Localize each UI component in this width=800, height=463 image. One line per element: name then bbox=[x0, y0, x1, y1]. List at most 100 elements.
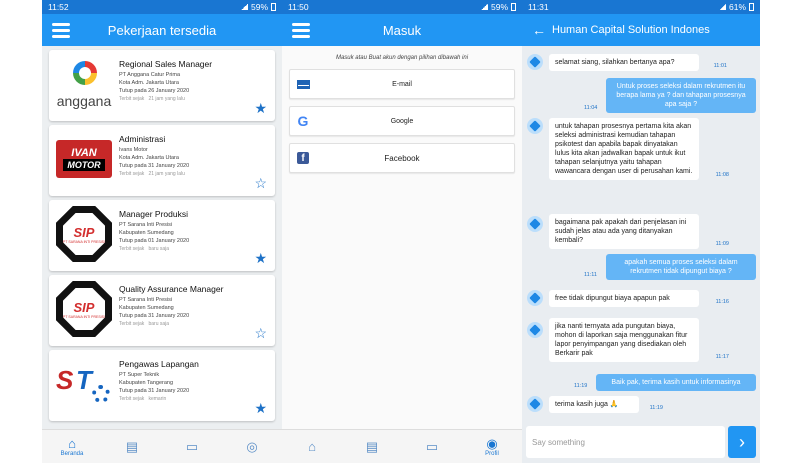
job-card[interactable]: IVAN MOTOR Administrasi Ivans Motor Kota … bbox=[49, 125, 275, 196]
app-bar: ← Human Capital Solution Indones bbox=[522, 14, 760, 46]
message-time: 11:09 bbox=[715, 241, 729, 247]
job-title: Quality Assurance Manager bbox=[119, 284, 224, 294]
message-time: 11:01 bbox=[713, 63, 727, 69]
message-time: 11:16 bbox=[715, 299, 729, 305]
agent-avatar-icon bbox=[527, 118, 543, 134]
login-hint: Masuk atau Buat akun dengan pilihan diba… bbox=[335, 55, 469, 61]
email-login-button[interactable]: E-mail bbox=[289, 69, 515, 99]
job-title: Pengawas Lapangan bbox=[119, 359, 199, 369]
nav-applications[interactable]: ▤ bbox=[114, 438, 150, 454]
profile-icon: ◉ bbox=[486, 435, 498, 451]
star-outline-icon[interactable]: ☆ bbox=[254, 176, 267, 190]
star-filled-icon[interactable]: ★ bbox=[254, 401, 267, 415]
battery-icon bbox=[271, 3, 276, 11]
send-button[interactable]: › bbox=[728, 426, 756, 458]
facebook-login-button[interactable]: f Facebook bbox=[289, 143, 515, 173]
job-location: Kabupaten Sumedang bbox=[119, 305, 174, 311]
signal-icon bbox=[718, 4, 726, 10]
menu-icon[interactable] bbox=[292, 22, 310, 38]
nav-applications[interactable]: ▤ bbox=[354, 438, 390, 454]
message-input[interactable]: Say something bbox=[526, 426, 725, 458]
menu-icon[interactable] bbox=[52, 22, 70, 38]
job-list: anggana Regional Sales Manager PT Anggan… bbox=[42, 46, 282, 429]
company-name: PT Anggana Catur Prima bbox=[119, 72, 181, 78]
nav-home[interactable]: ⌂ bbox=[294, 438, 330, 454]
chat-screen: 11:31 61% ← Human Capital Solution Indon… bbox=[522, 0, 760, 463]
agent-avatar-icon bbox=[527, 54, 543, 70]
job-deadline: Tutup pada 01 January 2020 bbox=[119, 238, 190, 244]
job-card[interactable]: SIP PT SARANA INTI PRESISI Quality Assura… bbox=[49, 275, 275, 346]
posted-label: Terbit sejak bbox=[119, 396, 145, 402]
agent-avatar-icon bbox=[527, 396, 543, 412]
status-time: 11:50 bbox=[288, 2, 309, 12]
agent-avatar-icon bbox=[527, 216, 543, 232]
status-time: 11:52 bbox=[48, 2, 69, 12]
nav-profile[interactable]: ◎ bbox=[234, 438, 270, 454]
google-login-button[interactable]: G Google bbox=[289, 106, 515, 136]
job-card[interactable]: ST Pengawas Lapangan PT Super Teknik Kab… bbox=[49, 350, 275, 421]
home-icon: ⌂ bbox=[68, 435, 76, 451]
nav-messages[interactable]: ▭ bbox=[174, 439, 210, 454]
company-logo: SIP PT SARANA INTI PRESISI bbox=[55, 204, 113, 264]
nav-messages[interactable]: ▭ bbox=[414, 439, 450, 454]
agent-avatar-icon bbox=[527, 290, 543, 306]
battery-level: 59% bbox=[250, 2, 268, 12]
back-arrow-icon[interactable]: ← bbox=[532, 22, 546, 38]
nav-home[interactable]: ⌂ Beranda bbox=[54, 435, 90, 457]
job-title: Manager Produksi bbox=[119, 209, 188, 219]
posted-time: baru saja bbox=[148, 246, 170, 252]
battery-icon bbox=[749, 3, 754, 11]
job-title: Administrasi bbox=[119, 134, 166, 144]
job-deadline: Tutup pada 31 January 2020 bbox=[119, 163, 190, 169]
job-location: Kota Adm. Jakarta Utara bbox=[119, 80, 179, 86]
nav-profile[interactable]: ◉ Profil bbox=[474, 435, 510, 457]
message-time: 11:08 bbox=[715, 172, 729, 178]
company-logo: anggana bbox=[55, 54, 113, 114]
message-time: 11:11 bbox=[584, 272, 597, 278]
page-title: Pekerjaan tersedia bbox=[107, 22, 217, 38]
app-bar: Masuk bbox=[282, 14, 522, 46]
company-name: PT Super Teknik bbox=[119, 372, 160, 378]
clipboard-icon: ▤ bbox=[125, 438, 139, 454]
star-filled-icon[interactable]: ★ bbox=[254, 251, 267, 265]
company-name: Ivans Motor bbox=[119, 147, 148, 153]
job-list-screen: 11:52 59% Pekerjaan tersedia anggana Reg… bbox=[42, 0, 282, 463]
signal-icon bbox=[240, 4, 248, 10]
company-name: PT Sarana Inti Presisi bbox=[119, 297, 173, 303]
status-bar: 11:50 59% bbox=[282, 0, 522, 14]
company-logo: ST bbox=[55, 354, 113, 414]
app-bar: Pekerjaan tersedia bbox=[42, 14, 282, 46]
job-location: Kabupaten Tangerang bbox=[119, 380, 174, 386]
home-icon: ⌂ bbox=[308, 438, 316, 454]
message-bubble-incoming: bagaimana pak apakah dari penjelasan ini… bbox=[549, 214, 729, 249]
message-bubble-incoming: free tidak dipungut biaya apapun pak 11:1… bbox=[549, 290, 729, 307]
page-title: Masuk bbox=[382, 22, 422, 38]
posted-time: 21 jam yang lalu bbox=[148, 171, 185, 177]
clipboard-icon: ▤ bbox=[365, 438, 379, 454]
job-location: Kota Adm. Jakarta Utara bbox=[119, 155, 179, 161]
star-outline-icon[interactable]: ☆ bbox=[254, 326, 267, 340]
posted-time: kemarin bbox=[148, 396, 167, 402]
message-bubble-incoming: untuk tahapan prosesnya pertama kita aka… bbox=[549, 118, 729, 180]
chat-title: Human Capital Solution Indones bbox=[552, 24, 710, 36]
posted-time: 21 jam yang lalu bbox=[148, 96, 185, 102]
message-list: selamat siang, silahkan bertanya apa? 11:… bbox=[522, 46, 760, 430]
job-card[interactable]: anggana Regional Sales Manager PT Anggan… bbox=[49, 50, 275, 121]
agent-avatar-icon bbox=[527, 322, 543, 338]
status-bar: 11:31 61% bbox=[522, 0, 760, 14]
job-card[interactable]: SIP PT SARANA INTI PRESISI Manager Produk… bbox=[49, 200, 275, 271]
posted-label: Terbit sejak bbox=[119, 246, 145, 252]
posted-label: Terbit sejak bbox=[119, 96, 145, 102]
message-bubble-outgoing: Baik pak, terima kasih untuk informasiny… bbox=[574, 374, 756, 391]
posted-label: Terbit sejak bbox=[119, 321, 145, 327]
profile-icon: ◎ bbox=[246, 438, 258, 454]
message-bubble-outgoing: apakah semua proses seleksi dalam rekrut… bbox=[584, 254, 756, 280]
signal-icon bbox=[480, 4, 488, 10]
bottom-nav: ⌂ ▤ ▭ ◉ Profil bbox=[282, 429, 522, 463]
job-deadline: Tutup pada 31 January 2020 bbox=[119, 313, 190, 319]
company-name: PT Sarana Inti Presisi bbox=[119, 222, 173, 228]
star-filled-icon[interactable]: ★ bbox=[254, 101, 267, 115]
battery-icon bbox=[511, 3, 516, 11]
job-deadline: Tutup pada 26 January 2020 bbox=[119, 88, 190, 94]
posted-time: baru saja bbox=[148, 321, 170, 327]
